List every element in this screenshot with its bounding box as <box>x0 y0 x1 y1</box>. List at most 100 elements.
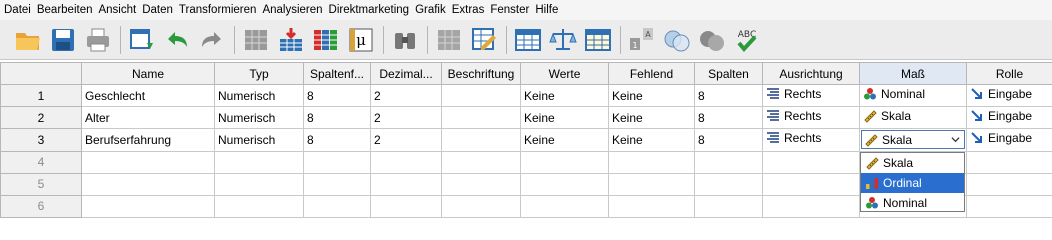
menu-ansicht[interactable]: Ansicht <box>95 0 139 20</box>
empty-cell[interactable] <box>370 194 442 219</box>
open-folder-icon[interactable] <box>12 24 44 56</box>
option-nominal[interactable]: Nominal <box>861 193 964 213</box>
empty-cell[interactable] <box>441 150 521 174</box>
menu-direktmarketing[interactable]: Direktmarketing <box>326 0 413 20</box>
header-fehlend[interactable]: Fehlend <box>608 61 695 86</box>
empty-cell[interactable] <box>303 150 371 174</box>
cell-spaltenformat[interactable]: 8 <box>303 106 371 130</box>
header-typ[interactable]: Typ <box>214 61 304 86</box>
cell-beschriftung[interactable] <box>441 128 521 152</box>
value-labels-icon[interactable]: A1 <box>626 24 658 56</box>
empty-cell[interactable] <box>966 150 1052 174</box>
use-sets-icon[interactable] <box>661 24 693 56</box>
select-cases-icon[interactable] <box>582 24 614 56</box>
empty-cell[interactable] <box>370 172 442 196</box>
empty-cell[interactable] <box>762 150 860 174</box>
empty-cell[interactable] <box>520 150 609 174</box>
menu-transformieren[interactable]: Transformieren <box>176 0 260 20</box>
empty-cell[interactable] <box>608 150 695 174</box>
menu-hilfe[interactable]: Hilfe <box>532 0 561 20</box>
redo-icon[interactable] <box>196 24 228 56</box>
corner-cell[interactable] <box>0 61 82 86</box>
menu-analysieren[interactable]: Analysieren <box>259 0 325 20</box>
menu-extras[interactable]: Extras <box>449 0 488 20</box>
menu-datei[interactable]: Datei <box>0 0 34 20</box>
save-icon[interactable] <box>47 24 79 56</box>
header-mass[interactable]: Maß <box>859 61 967 86</box>
empty-cell[interactable] <box>694 150 763 174</box>
header-beschriftung[interactable]: Beschriftung <box>441 61 521 86</box>
find-icon[interactable] <box>389 24 421 56</box>
cell-rolle[interactable]: Eingabe <box>966 84 1052 108</box>
empty-cell[interactable] <box>694 194 763 219</box>
undo-icon[interactable] <box>161 24 193 56</box>
empty-cell[interactable] <box>81 150 215 174</box>
empty-cell[interactable] <box>303 172 371 196</box>
row-number[interactable]: 4 <box>0 150 82 174</box>
empty-cell[interactable] <box>520 172 609 196</box>
cell-werte[interactable]: Keine <box>520 128 609 152</box>
show-all-variables-icon[interactable] <box>696 24 728 56</box>
insert-variable-icon[interactable] <box>468 24 500 56</box>
cell-spalten[interactable]: 8 <box>694 84 763 108</box>
empty-cell[interactable] <box>608 194 695 219</box>
cell-fehlend[interactable]: Keine <box>608 128 695 152</box>
variables-icon[interactable] <box>310 24 342 56</box>
recall-dialog-icon[interactable] <box>126 24 158 56</box>
cell-mass[interactable]: Skala <box>859 106 967 130</box>
cell-typ[interactable]: Numerisch <box>214 106 304 130</box>
goto-case-icon[interactable] <box>240 24 272 56</box>
mass-select[interactable]: Skala <box>861 130 965 150</box>
row-number[interactable]: 5 <box>0 172 82 196</box>
cell-name[interactable]: Alter <box>81 106 215 130</box>
cell-werte[interactable]: Keine <box>520 106 609 130</box>
empty-cell[interactable] <box>608 172 695 196</box>
menu-daten[interactable]: Daten <box>139 0 176 20</box>
empty-cell[interactable] <box>370 150 442 174</box>
mass-dropdown-cell[interactable]: Skala <box>859 128 967 152</box>
cell-typ[interactable]: Numerisch <box>214 128 304 152</box>
cell-fehlend[interactable]: Keine <box>608 106 695 130</box>
cell-rolle[interactable]: Eingabe <box>966 128 1052 152</box>
menu-grafik[interactable]: Grafik <box>412 0 449 20</box>
cell-spalten[interactable]: 8 <box>694 106 763 130</box>
row-number[interactable]: 3 <box>0 128 82 152</box>
empty-cell[interactable] <box>520 194 609 219</box>
header-dezimal[interactable]: Dezimal... <box>370 61 442 86</box>
cell-ausrichtung[interactable]: Rechts <box>762 84 860 108</box>
empty-cell[interactable] <box>762 194 860 219</box>
row-number[interactable]: 1 <box>0 84 82 108</box>
cell-beschriftung[interactable] <box>441 84 521 108</box>
empty-cell[interactable] <box>966 172 1052 196</box>
cell-werte[interactable]: Keine <box>520 84 609 108</box>
header-rolle[interactable]: Rolle <box>966 61 1052 86</box>
header-werte[interactable]: Werte <box>520 61 609 86</box>
cell-fehlend[interactable]: Keine <box>608 84 695 108</box>
cell-beschriftung[interactable] <box>441 106 521 130</box>
header-spalten[interactable]: Spalten <box>694 61 763 86</box>
cell-name[interactable]: Geschlecht <box>81 84 215 108</box>
empty-cell[interactable] <box>762 172 860 196</box>
menu-bearbeiten[interactable]: Bearbeiten <box>34 0 96 20</box>
cell-ausrichtung[interactable]: Rechts <box>762 106 860 130</box>
chevron-down-icon[interactable] <box>948 133 962 147</box>
cell-spaltenformat[interactable]: 8 <box>303 128 371 152</box>
option-ordinal[interactable]: Ordinal <box>861 173 964 193</box>
cell-dezimal[interactable]: 2 <box>370 128 442 152</box>
row-number[interactable]: 6 <box>0 194 82 219</box>
option-skala[interactable]: Skala <box>861 153 964 173</box>
menu-fenster[interactable]: Fenster <box>487 0 532 20</box>
insert-cases-icon[interactable] <box>433 24 465 56</box>
run-descriptives-icon[interactable]: μ <box>345 24 377 56</box>
empty-cell[interactable] <box>441 172 521 196</box>
header-spaltenformat[interactable]: Spaltenf... <box>303 61 371 86</box>
empty-cell[interactable] <box>966 194 1052 219</box>
empty-cell[interactable] <box>214 172 304 196</box>
empty-cell[interactable] <box>81 172 215 196</box>
cell-dezimal[interactable]: 2 <box>370 84 442 108</box>
empty-cell[interactable] <box>214 150 304 174</box>
cell-name[interactable]: Berufserfahrung <box>81 128 215 152</box>
empty-cell[interactable] <box>694 172 763 196</box>
empty-cell[interactable] <box>441 194 521 219</box>
print-icon[interactable] <box>82 24 114 56</box>
